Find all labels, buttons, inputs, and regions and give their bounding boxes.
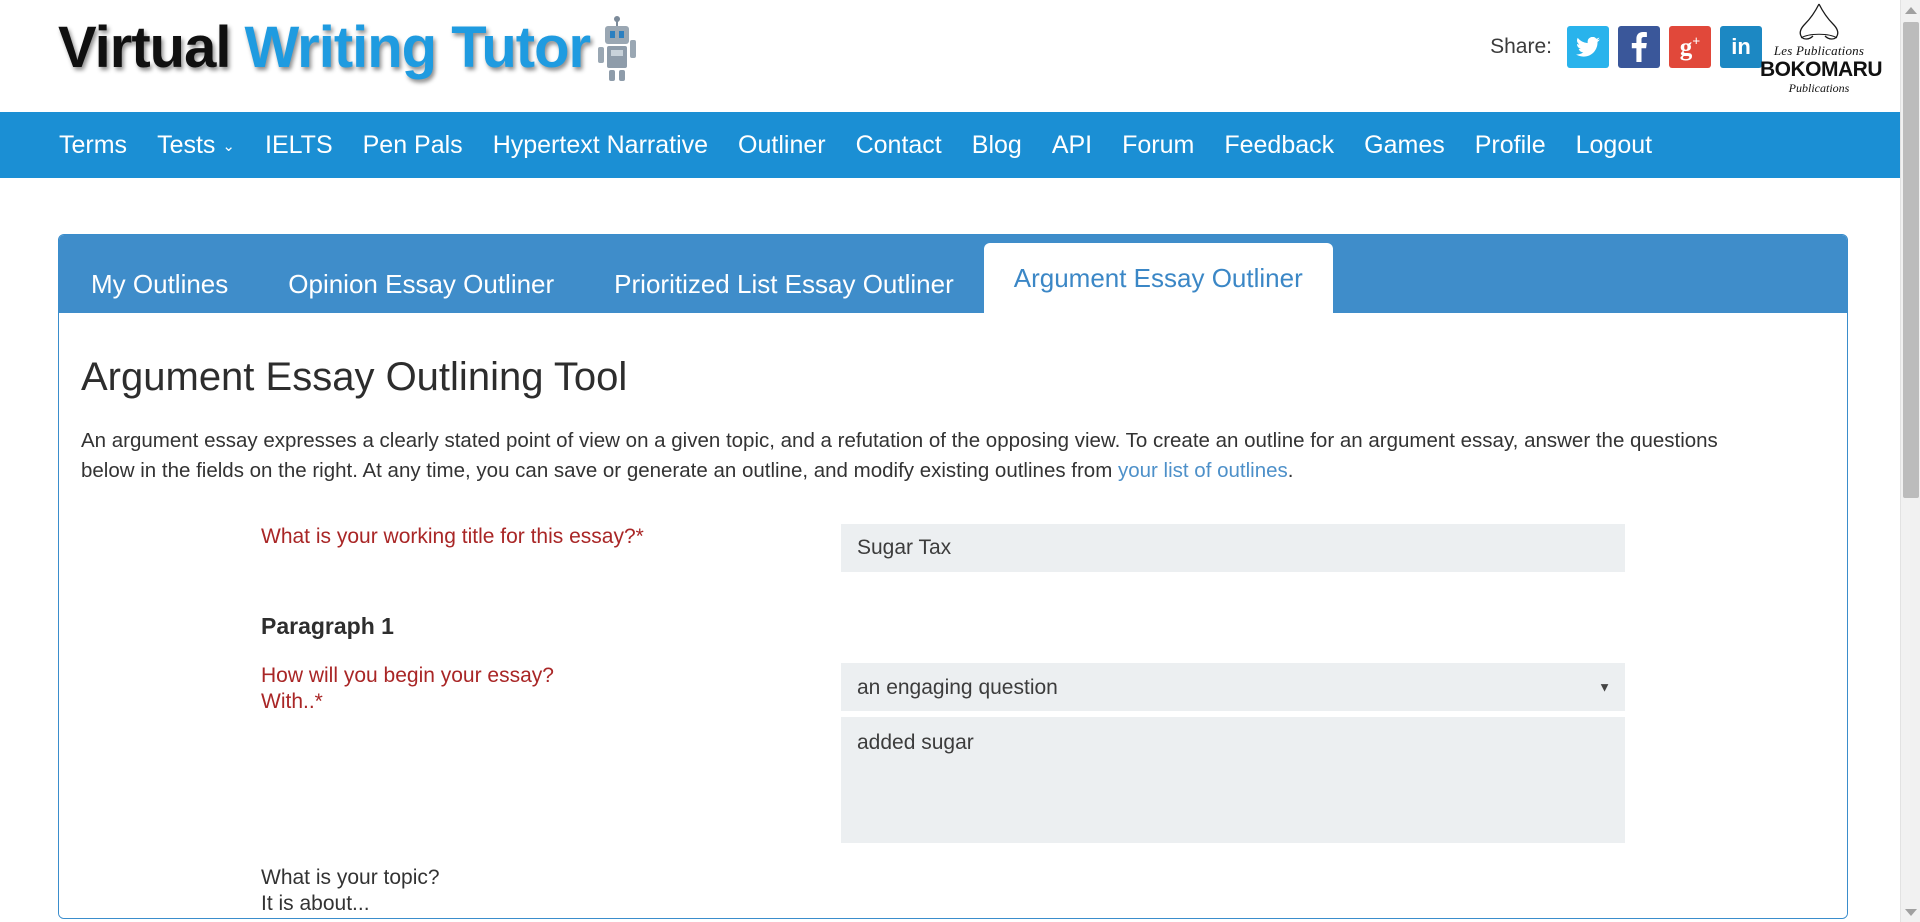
nav-label: Hypertext Narrative	[492, 130, 709, 159]
label-essay-opening: How will you begin your essay? With..*	[81, 663, 841, 716]
intro-text-after: .	[1287, 459, 1294, 483]
tab-label: My Outlines	[91, 268, 229, 299]
nav-item-games[interactable]: Games	[1349, 130, 1460, 159]
nav-item-profile[interactable]: Profile	[1460, 130, 1561, 159]
tab-opinion-essay-outliner[interactable]: Opinion Essay Outliner	[258, 255, 584, 313]
form-row-paragraph-1-heading: Paragraph 1	[59, 612, 1847, 641]
tab-my-outlines[interactable]: My Outlines	[61, 255, 258, 313]
label-topic: What is your topic? It is about...	[81, 865, 841, 918]
essay-opening-select[interactable]: an engaging question	[841, 663, 1625, 711]
outliner-form: What is your working title for this essa…	[59, 524, 1847, 917]
tab-label: Opinion Essay Outliner	[288, 268, 555, 299]
tab-argument-essay-outliner[interactable]: Argument Essay Outliner	[983, 243, 1333, 313]
page-scrollbar[interactable]	[1900, 0, 1920, 922]
nav-label: Blog	[971, 130, 1022, 159]
scroll-thumb[interactable]	[1903, 22, 1919, 498]
logo-word-writing-tutor: Writing Tutor	[244, 15, 591, 80]
nav-label: Games	[1364, 130, 1445, 159]
logo-word-virtual: Virtual	[58, 15, 231, 80]
scroll-down-arrow-icon[interactable]	[1901, 902, 1920, 922]
page-title: Argument Essay Outlining Tool	[81, 355, 628, 399]
share-label: Share:	[1490, 35, 1552, 58]
outliner-panel: My Outlines Opinion Essay Outliner Prior…	[58, 234, 1848, 919]
browser-viewport: Virtual Writing Tutor Share: g+ in Les P…	[0, 0, 1920, 922]
publisher-line-2: BOKOMARU	[1760, 57, 1883, 81]
nav-label: Contact	[855, 130, 942, 159]
linkedin-share-icon[interactable]: in	[1720, 26, 1762, 68]
nav-label: Tests	[157, 130, 216, 159]
label-topic-line2: It is about...	[261, 892, 370, 916]
site-header: Virtual Writing Tutor Share: g+ in Les P…	[0, 0, 1900, 112]
your-list-of-outlines-link[interactable]: your list of outlines	[1118, 459, 1288, 482]
tab-label: Argument Essay Outliner	[1013, 262, 1303, 293]
share-block: Share: g+ in	[1490, 26, 1762, 68]
label-working-title: What is your working title for this essa…	[261, 525, 644, 549]
site-logo[interactable]: Virtual Writing Tutor	[58, 6, 640, 90]
nav-label: IELTS	[265, 130, 333, 159]
nav-item-api[interactable]: API	[1037, 130, 1107, 159]
twitter-share-icon[interactable]	[1567, 26, 1609, 68]
form-row-essay-opening: How will you begin your essay? With..* a…	[59, 663, 1847, 843]
field-working-title	[841, 524, 1823, 573]
publisher-line-3: Publications	[1788, 80, 1850, 95]
nav-item-blog[interactable]: Blog	[957, 130, 1037, 159]
field-essay-opening: an engaging question ▼	[841, 663, 1823, 843]
googleplus-share-icon[interactable]: g+	[1669, 26, 1711, 68]
scroll-up-arrow-icon[interactable]	[1901, 0, 1920, 20]
label-essay-opening-line2: With..*	[261, 690, 323, 714]
essay-opening-textarea[interactable]	[841, 717, 1625, 843]
publisher-logo: Les Publications BOKOMARU Publications	[1760, 2, 1883, 95]
robot-icon	[594, 16, 640, 82]
intro-text-before: An argument essay expresses a clearly st…	[81, 429, 1718, 483]
label-topic-line1: What is your topic?	[261, 866, 440, 889]
nav-item-pen-pals[interactable]: Pen Pals	[348, 130, 478, 159]
nav-item-forum[interactable]: Forum	[1107, 130, 1209, 159]
nav-item-terms[interactable]: Terms	[44, 130, 142, 159]
form-row-topic: What is your topic? It is about...	[59, 865, 1847, 918]
chevron-down-icon: ⌄	[222, 137, 235, 155]
tab-prioritized-list-essay-outliner[interactable]: Prioritized List Essay Outliner	[584, 255, 984, 313]
nav-label: Logout	[1575, 130, 1653, 159]
nav-label: Outliner	[738, 130, 826, 159]
outliner-tabs: My Outlines Opinion Essay Outliner Prior…	[59, 235, 1847, 313]
nav-label: Terms	[59, 130, 128, 159]
heading-paragraph-1: Paragraph 1	[261, 613, 394, 640]
facebook-share-icon[interactable]	[1618, 26, 1660, 68]
intro-paragraph: An argument essay expresses a clearly st…	[81, 426, 1771, 486]
working-title-input[interactable]	[841, 524, 1625, 573]
nav-label: API	[1051, 130, 1093, 159]
nav-label: Feedback	[1224, 130, 1335, 159]
publisher-line-1: Les Publications	[1773, 43, 1865, 58]
page-content: Virtual Writing Tutor Share: g+ in Les P…	[0, 0, 1900, 922]
nav-label: Profile	[1474, 130, 1546, 159]
panel-body: Argument Essay Outlining Tool An argumen…	[59, 313, 1847, 918]
essay-opening-select-wrap: an engaging question ▼	[841, 663, 1625, 711]
nav-item-hypertext-narrative[interactable]: Hypertext Narrative	[478, 130, 723, 159]
nav-item-ielts[interactable]: IELTS	[250, 130, 348, 159]
nav-item-contact[interactable]: Contact	[841, 130, 957, 159]
tab-label: Prioritized List Essay Outliner	[614, 268, 954, 299]
form-row-working-title: What is your working title for this essa…	[59, 524, 1847, 573]
main-navigation: Terms Tests ⌄ IELTS Pen Pals Hypertext Na…	[0, 112, 1900, 178]
nav-item-tests[interactable]: Tests ⌄	[142, 130, 250, 159]
nav-item-outliner[interactable]: Outliner	[723, 130, 841, 159]
nav-label: Forum	[1122, 130, 1195, 159]
nav-item-logout[interactable]: Logout	[1561, 130, 1667, 159]
nav-label: Pen Pals	[362, 130, 463, 159]
nav-item-feedback[interactable]: Feedback	[1209, 130, 1349, 159]
label-essay-opening-line1: How will you begin your essay?	[261, 664, 554, 687]
